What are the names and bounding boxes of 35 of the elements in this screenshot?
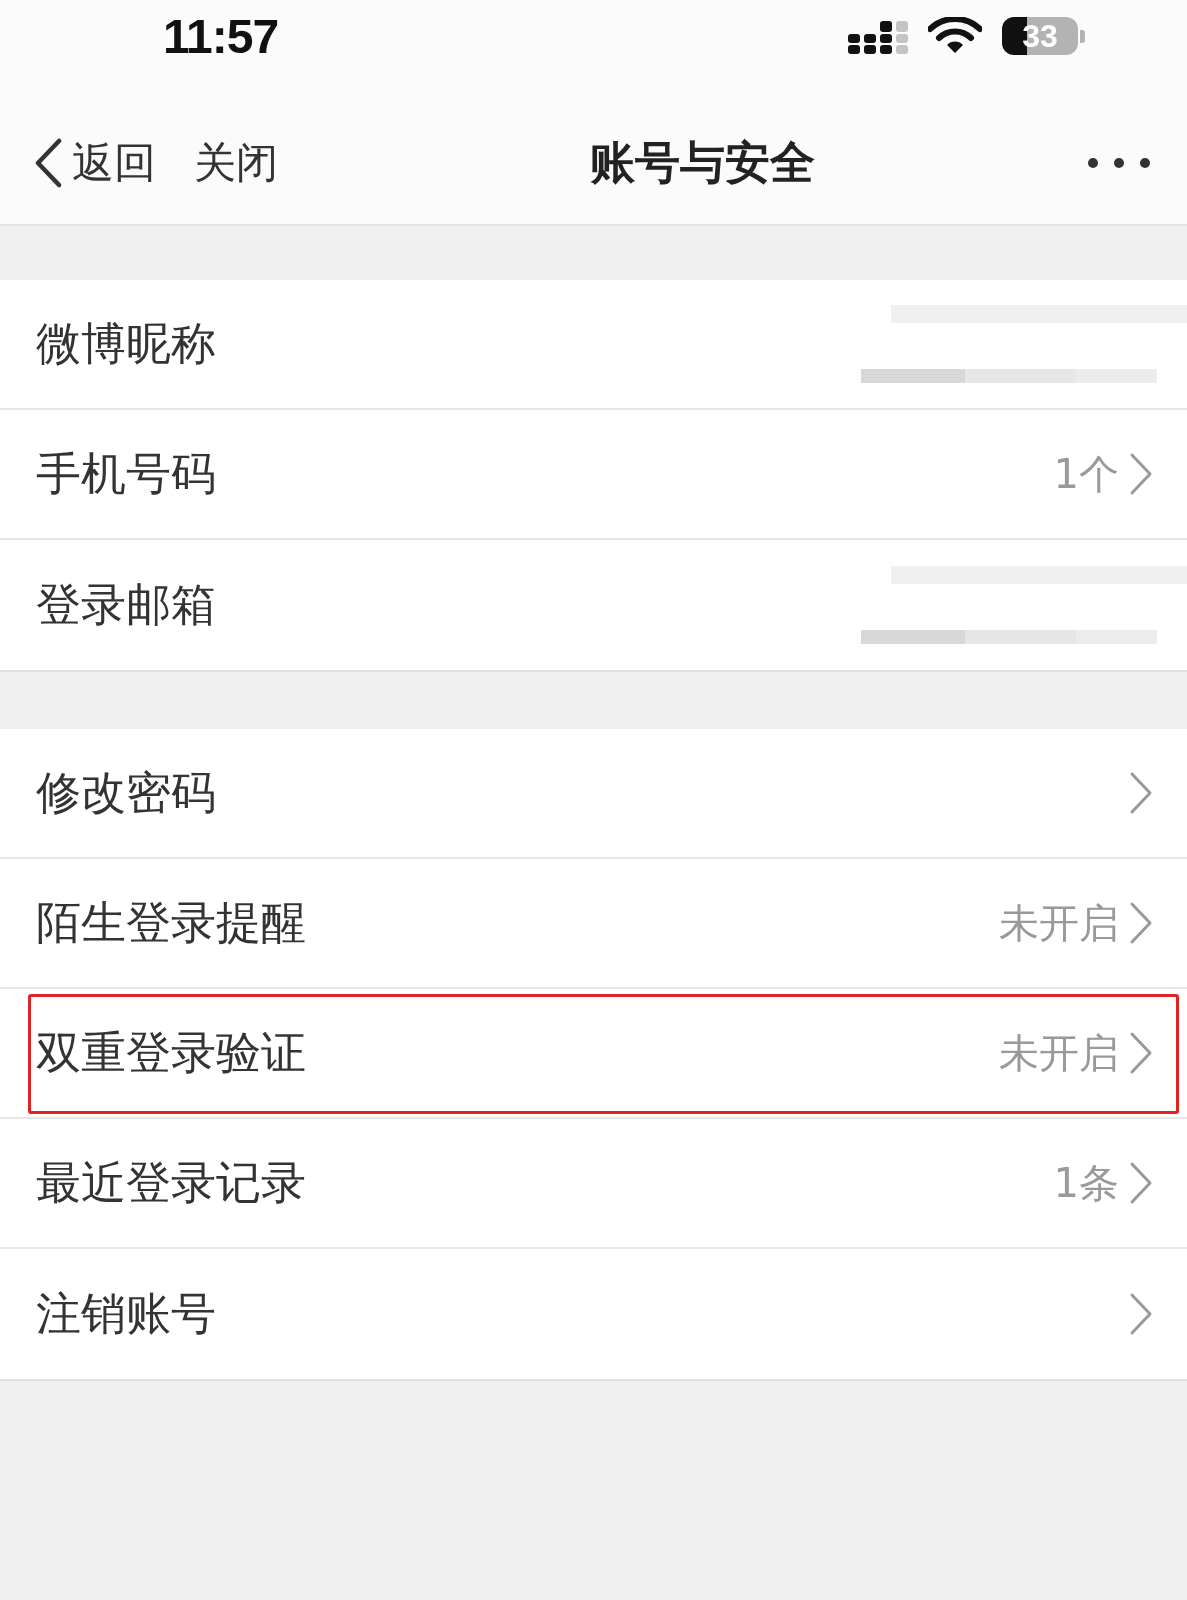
wifi-icon [928,17,982,55]
settings-row[interactable]: 修改密码 [0,729,1187,859]
signal-icon [848,18,908,54]
row-label: 微博昵称 [36,316,216,372]
row-label: 最近登录记录 [36,1155,306,1211]
row-label: 登录邮箱 [36,577,216,633]
chevron-right-icon [1129,1031,1153,1075]
row-label: 手机号码 [36,446,216,502]
chevron-right-icon [1129,452,1153,496]
clock-time: 11:57 [163,8,279,64]
chevron-right-icon [1129,1161,1153,1205]
chevron-right-icon [1129,901,1153,945]
settings-row[interactable]: 手机号码 1个 [0,410,1187,540]
settings-row[interactable]: 陌生登录提醒 未开启 [0,859,1187,989]
back-button[interactable]: 返回 [34,135,156,191]
close-button[interactable]: 关闭 [194,135,278,191]
settings-row[interactable]: 微博昵称 [0,280,1187,410]
more-button[interactable] [1087,157,1151,169]
back-chevron-icon [34,138,62,188]
row-label: 双重登录验证 [36,1025,306,1081]
row-label: 注销账号 [36,1286,216,1342]
settings-row[interactable]: 登录邮箱 [0,540,1187,670]
row-label: 陌生登录提醒 [36,895,306,951]
more-icon [1087,157,1151,169]
settings-row[interactable]: 双重登录验证 未开启 [0,989,1187,1119]
row-value: 未开启 [999,1028,1119,1078]
row-value: 1条 [1053,1158,1119,1208]
row-value: 1个 [1053,449,1119,499]
page-title: 账号与安全 [590,135,815,191]
row-label: 修改密码 [36,765,216,821]
chevron-right-icon [1129,771,1153,815]
row-value: 未开启 [999,898,1119,948]
chevron-right-icon [1129,1292,1153,1336]
settings-row[interactable]: 注销账号 [0,1249,1187,1379]
settings-row[interactable]: 最近登录记录 1条 [0,1119,1187,1249]
